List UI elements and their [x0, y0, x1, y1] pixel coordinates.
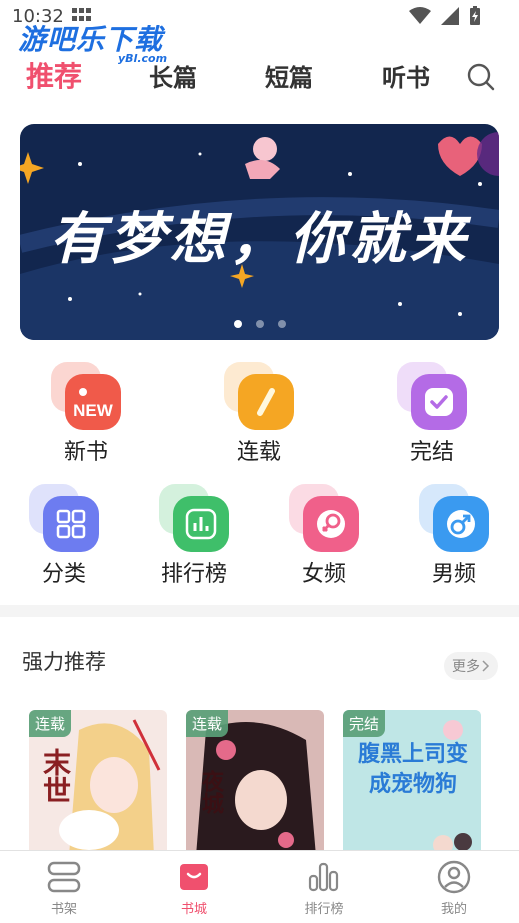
pencil-icon [224, 362, 294, 432]
chevron-right-icon [482, 660, 490, 672]
book-cover[interactable]: 连载 末世 [29, 710, 167, 856]
grid-icon [29, 484, 99, 554]
search-icon[interactable] [466, 62, 496, 92]
nav-label: 我的 [440, 902, 467, 917]
more-label: 更多 [452, 659, 480, 675]
book-status-badge: 连载 [186, 710, 229, 737]
book-cover[interactable]: 完结 腹黑上司变成宠物狗 [343, 710, 481, 856]
book-status-badge: 连载 [29, 710, 72, 737]
book-status-badge: 完结 [343, 710, 386, 737]
wifi-icon [409, 7, 431, 24]
battery-icon [470, 6, 480, 25]
category-label: 女频 [301, 562, 346, 587]
category-label: 排行榜 [160, 562, 227, 587]
book-cover[interactable]: 连载 夜城 [186, 710, 324, 856]
ranking-icon [306, 859, 342, 895]
book-title: 夜城 [198, 770, 223, 814]
promo-banner[interactable]: 有梦想，你就来 [20, 124, 499, 340]
category-label: 连载 [236, 440, 281, 465]
tab-recommend[interactable]: 推荐 [26, 55, 82, 95]
banner-dot[interactable] [255, 320, 264, 328]
category-male[interactable]: 男频 [404, 484, 504, 588]
profile-icon [436, 859, 472, 895]
section-divider [0, 605, 519, 617]
status-icons [409, 6, 481, 26]
female-icon [289, 484, 359, 554]
new-badge-text: NEW [73, 401, 114, 420]
category-label: 新书 [63, 440, 108, 465]
bar-chart-icon [159, 484, 229, 554]
check-icon [397, 362, 467, 432]
banner-dot[interactable] [233, 320, 242, 328]
nav-label: 书架 [50, 902, 77, 917]
banner-dot[interactable] [277, 320, 286, 328]
book-title: 腹黑上司变成宠物狗 [357, 742, 468, 797]
male-icon [419, 484, 489, 554]
watermark-logo: 游吧乐下载 yBl.com [18, 18, 167, 65]
tab-long[interactable]: 长篇 [149, 58, 197, 93]
banner-pagination [20, 320, 499, 328]
category-ranking[interactable]: 排行榜 [144, 484, 244, 588]
nav-label: 排行榜 [304, 902, 344, 917]
bookstore-icon [176, 859, 212, 895]
banner-headline: 有梦想，你就来 [49, 207, 470, 272]
category-completed[interactable]: 完结 [382, 362, 482, 466]
category-label: 分类 [41, 562, 86, 587]
more-button[interactable]: 更多 [444, 652, 498, 680]
nav-label: 书城 [180, 902, 207, 917]
bookshelf-icon [46, 859, 82, 895]
nav-bookshelf[interactable]: 书架 [24, 859, 104, 917]
category-female[interactable]: 女频 [274, 484, 374, 588]
category-label: 男频 [431, 562, 476, 587]
signal-icon [441, 7, 459, 25]
category-classify[interactable]: 分类 [14, 484, 114, 588]
section-title: 强力推荐 [22, 650, 106, 674]
tab-audiobook[interactable]: 听书 [382, 58, 430, 93]
category-new-books[interactable]: NEW 新书 [36, 362, 136, 466]
tab-short[interactable]: 短篇 [265, 58, 313, 93]
nav-bookstore[interactable]: 书城 [154, 859, 234, 917]
category-label: 完结 [409, 440, 454, 465]
book-title: 末世 [39, 748, 72, 804]
category-serial[interactable]: 连载 [209, 362, 309, 466]
top-tab-bar: 推荐 长篇 短篇 听书 [0, 58, 519, 98]
new-badge-icon: NEW [51, 362, 121, 432]
nav-ranking[interactable]: 排行榜 [284, 859, 364, 917]
nav-profile[interactable]: 我的 [414, 859, 494, 917]
bottom-nav: 书架 书城 排行榜 我的 [0, 850, 519, 923]
